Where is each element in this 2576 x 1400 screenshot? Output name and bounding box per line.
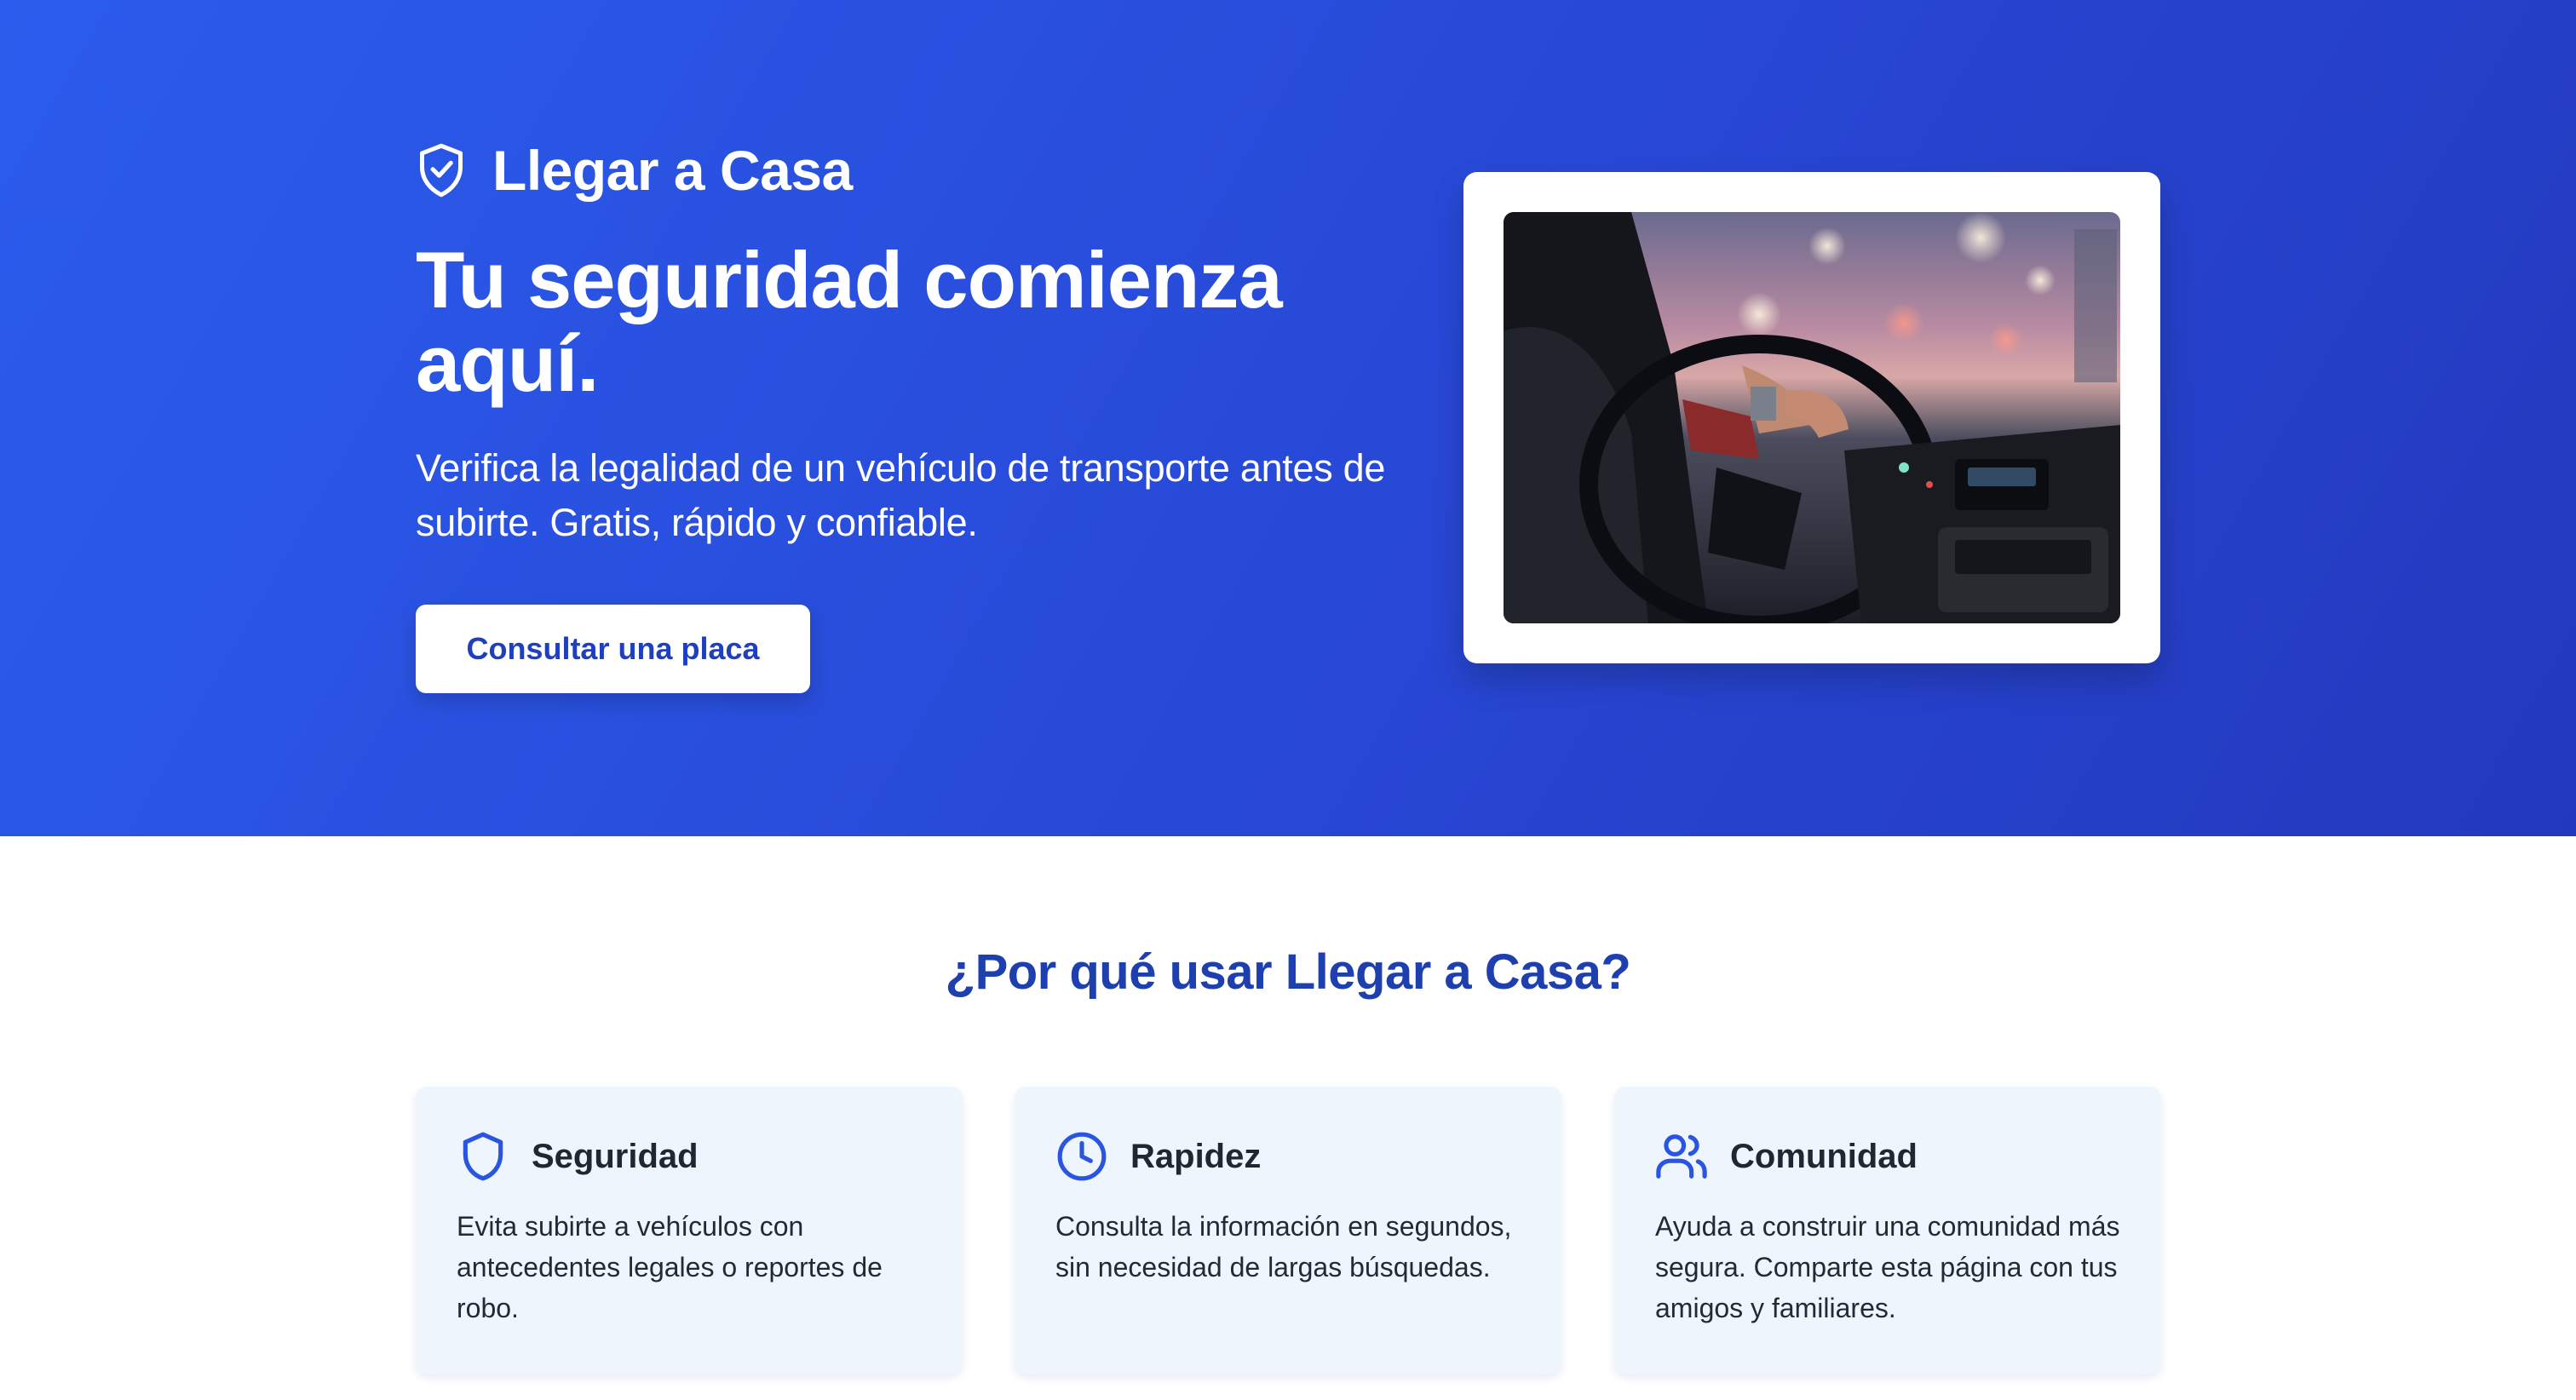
feature-card-security: Seguridad Evita subirte a vehículos con …: [416, 1087, 963, 1374]
feature-title: Comunidad: [1730, 1137, 1918, 1175]
hero-content: Llegar a Casa Tu seguridad comienza aquí…: [416, 136, 1438, 693]
hero-section: Llegar a Casa Tu seguridad comienza aquí…: [0, 0, 2576, 836]
clock-icon: [1057, 1132, 1107, 1181]
brand-name: Llegar a Casa: [492, 139, 853, 202]
features-title: ¿Por qué usar Llegar a Casa?: [945, 944, 1631, 1000]
feature-card-community: Comunidad Ayuda a construir una comunida…: [1614, 1087, 2161, 1374]
hero-subtitle: Verifica la legalidad de un vehículo de …: [416, 446, 1386, 544]
users-icon: [1656, 1134, 1707, 1179]
feature-title: Seguridad: [532, 1137, 699, 1175]
shield-check-icon: [420, 143, 463, 198]
page-title: Tu seguridad comienza aquí.: [416, 235, 1283, 408]
feature-text: Evita subirte a vehículos con antecedent…: [457, 1211, 883, 1323]
feature-title: Rapidez: [1130, 1137, 1262, 1175]
shield-icon: [463, 1132, 503, 1181]
feature-text: Ayuda a construir una comunidad más segu…: [1655, 1211, 2120, 1323]
hero-image-card: [1463, 172, 2160, 663]
car-interior-photo: [1504, 212, 2120, 623]
consult-plate-button[interactable]: Consultar una placa: [416, 605, 810, 693]
feature-card-speed: Rapidez Consulta la información en segun…: [1015, 1087, 1561, 1374]
brand: Llegar a Casa: [416, 136, 1438, 204]
feature-text: Consulta la información en segundos, sin…: [1055, 1211, 1512, 1282]
